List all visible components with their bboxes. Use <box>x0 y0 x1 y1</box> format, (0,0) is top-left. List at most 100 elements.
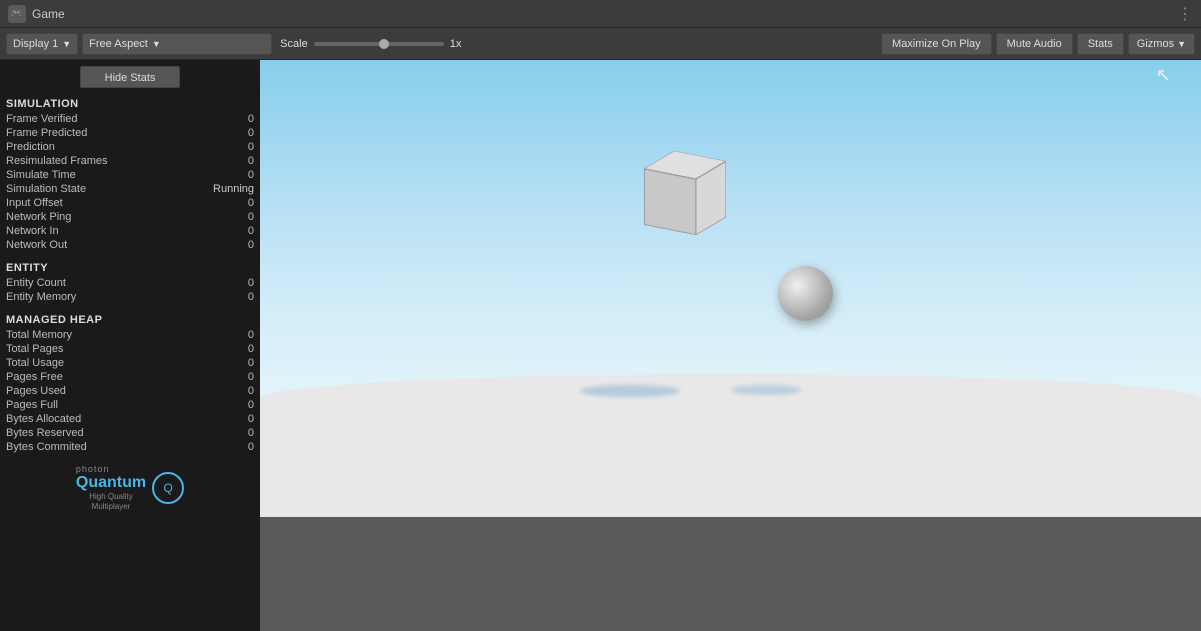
scale-label: Scale <box>280 38 308 50</box>
stat-label: Simulate Time <box>6 169 76 181</box>
stat-label: Pages Free <box>6 371 63 383</box>
table-row: Frame Predicted 0 <box>0 126 260 140</box>
stat-label: Bytes Reserved <box>6 427 84 439</box>
table-row: Simulate Time 0 <box>0 168 260 182</box>
stat-label: Frame Predicted <box>6 127 87 139</box>
logo-box: photon Quantum High Quality Multiplayer … <box>76 464 184 512</box>
table-row: Total Pages0 <box>0 342 260 356</box>
scene-container: ↖ <box>260 60 1201 631</box>
table-row: Frame Verified 0 <box>0 112 260 126</box>
entity-section-title: ENTITY <box>0 258 260 276</box>
table-row: Pages Used 0 <box>0 384 260 398</box>
stat-value: 0 <box>214 113 254 125</box>
stat-value: 0 <box>214 141 254 153</box>
stat-value: 0 <box>214 291 254 303</box>
stat-label: Simulation State <box>6 183 86 195</box>
table-row: Network Out 0 <box>0 238 260 252</box>
logo-area: photon Quantum High Quality Multiplayer … <box>0 454 260 518</box>
stat-label: Pages Full <box>6 399 58 411</box>
stats-button[interactable]: Stats <box>1077 33 1124 55</box>
stat-value: 0 <box>214 277 254 289</box>
scale-thumb[interactable] <box>379 39 389 49</box>
display-chevron-icon: ▼ <box>62 39 71 49</box>
table-row: Bytes Commited 0 <box>0 440 260 454</box>
stat-label: Pages Used <box>6 385 66 397</box>
aspect-dropdown[interactable]: Free Aspect ▼ <box>82 33 272 55</box>
heap-rows: Total Memory0Total Pages0Total Usage0Pag… <box>0 328 260 454</box>
aspect-chevron-icon: ▼ <box>152 39 161 49</box>
stat-label: Prediction <box>6 141 55 153</box>
maximize-button[interactable]: Maximize On Play <box>881 33 992 55</box>
cube-object <box>655 163 735 243</box>
scale-value: 1x <box>450 38 462 50</box>
stat-label: Bytes Commited <box>6 441 87 453</box>
title-bar: 🎮 Game ⋮ <box>0 0 1201 28</box>
stat-value: 0 <box>214 155 254 167</box>
stat-label: Network Ping <box>6 211 71 223</box>
stat-label: Total Memory <box>6 329 72 341</box>
window-title: Game <box>32 7 65 21</box>
title-bar-menu-icon[interactable]: ⋮ <box>1177 4 1193 24</box>
stat-value: 0 <box>214 169 254 181</box>
table-row: Network In 0 <box>0 224 260 238</box>
logo-photon-text: photon <box>76 464 146 474</box>
logo-subtitle: High Quality Multiplayer <box>76 492 146 513</box>
gizmos-chevron-icon: ▼ <box>1177 39 1186 49</box>
table-row: Prediction 0 <box>0 140 260 154</box>
simulation-section-title: SIMULATION <box>0 94 260 112</box>
aspect-label: Free Aspect <box>89 38 148 50</box>
stat-value: 0 <box>214 385 254 397</box>
stat-value: 0 <box>214 427 254 439</box>
stat-label: Resimulated Frames <box>6 155 107 167</box>
cube-face-front <box>644 168 696 235</box>
stat-value: 0 <box>214 211 254 223</box>
table-row: Bytes Reserved 0 <box>0 426 260 440</box>
table-row: Network Ping 0 <box>0 210 260 224</box>
toolbar: Display 1 ▼ Free Aspect ▼ Scale 1x Maxim… <box>0 28 1201 60</box>
stat-value: Running <box>213 183 254 195</box>
game-icon: 🎮 <box>8 5 26 23</box>
stat-value: 0 <box>214 371 254 383</box>
scale-section: Scale 1x <box>280 38 461 50</box>
stat-label: Total Pages <box>6 343 63 355</box>
hide-stats-button[interactable]: Hide Stats <box>80 66 180 88</box>
stat-value: 0 <box>214 239 254 251</box>
table-row: Bytes Allocated 0 <box>0 412 260 426</box>
display-dropdown[interactable]: Display 1 ▼ <box>6 33 78 55</box>
stat-value: 0 <box>214 399 254 411</box>
table-row: Pages Full 0 <box>0 398 260 412</box>
table-row: Pages Free 0 <box>0 370 260 384</box>
stats-panel: Hide Stats SIMULATION Frame Verified0Fra… <box>0 60 260 631</box>
stat-value: 0 <box>214 127 254 139</box>
table-row: Input Offset0 <box>0 196 260 210</box>
gizmos-button[interactable]: Gizmos ▼ <box>1128 33 1195 55</box>
main-content: Hide Stats SIMULATION Frame Verified0Fra… <box>0 60 1201 631</box>
stat-label: Bytes Allocated <box>6 413 81 425</box>
scale-slider[interactable] <box>314 42 444 46</box>
simulation-rows: Frame Verified0Frame Predicted0Predictio… <box>0 112 260 252</box>
entity-rows: Entity Count 0 Entity Memory 0 <box>0 276 260 304</box>
stat-label: Network In <box>6 225 59 237</box>
table-row: Entity Count 0 <box>0 276 260 290</box>
stat-value: 0 <box>214 441 254 453</box>
mute-button[interactable]: Mute Audio <box>996 33 1073 55</box>
sphere-object <box>778 266 833 321</box>
table-row: Entity Memory 0 <box>0 290 260 304</box>
stat-label: Total Usage <box>6 357 64 369</box>
table-row: Total Memory0 <box>0 328 260 342</box>
stat-value: 0 <box>214 225 254 237</box>
logo-quantum-text: Quantum <box>76 474 146 492</box>
stat-label: Frame Verified <box>6 113 78 125</box>
stat-label: Input Offset <box>6 197 63 209</box>
stat-label: Network Out <box>6 239 67 251</box>
heap-section-title: MANAGED HEAP <box>0 310 260 328</box>
stat-value: 0 <box>214 413 254 425</box>
table-row: Simulation State Running <box>0 182 260 196</box>
logo-circle-icon: Q <box>152 472 184 504</box>
game-viewport[interactable]: ↖ <box>260 60 1201 631</box>
stat-label: Entity Memory <box>6 291 76 303</box>
stat-label: Entity Count <box>6 277 66 289</box>
table-row: Resimulated Frames 0 <box>0 154 260 168</box>
display-label: Display 1 <box>13 38 58 50</box>
stat-value: 0 <box>214 357 254 369</box>
